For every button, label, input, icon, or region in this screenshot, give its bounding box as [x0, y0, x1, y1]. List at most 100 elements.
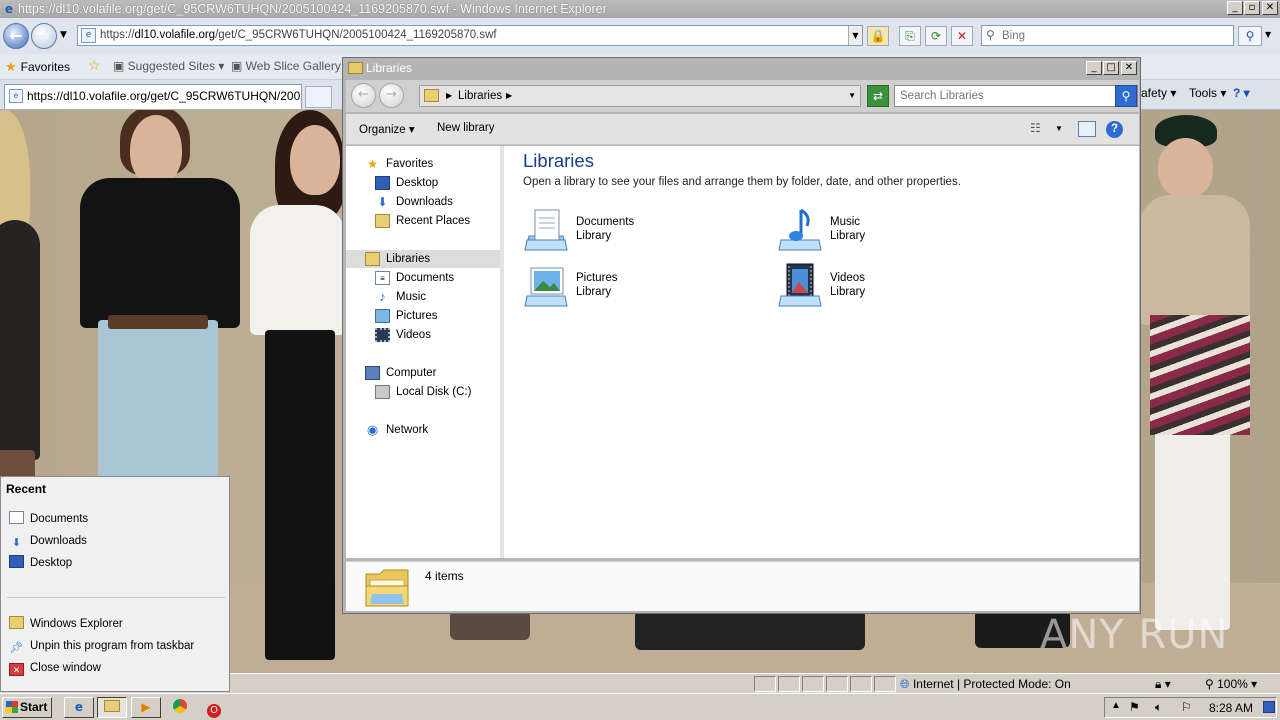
nav-pictures[interactable]: Pictures [346, 307, 500, 325]
nav-favorites[interactable]: ★ Favorites [346, 155, 500, 173]
action-center-icon[interactable]: ⚑ [1129, 700, 1140, 714]
status-cell [826, 676, 848, 692]
restore-button[interactable]: ▫ [1244, 1, 1260, 15]
breadcrumb[interactable]: ▶ Libraries ▶ ▼ [419, 85, 861, 107]
taskbar: Start e ▶ O ▲ ⚑ 🔈︎ ⚐ 8:28 AM [0, 693, 1280, 720]
explorer-back-button[interactable]: ← [351, 83, 376, 108]
nav-recent-places[interactable]: Recent Places [346, 212, 500, 230]
explorer-close-button[interactable]: ✕ [1121, 61, 1137, 75]
status-cell [874, 676, 896, 692]
library-pictures[interactable]: Pictures Library [523, 262, 723, 312]
jump-list-item-downloads[interactable]: ⬇ Downloads [9, 532, 223, 550]
minimize-button[interactable]: _ [1227, 1, 1243, 15]
explorer-search-input[interactable] [900, 88, 1110, 104]
explorer-address-bar: ← → ▶ Libraries ▶ ▼ ⇄ ⚲ [346, 80, 1139, 112]
refresh-button[interactable]: ⇄ [867, 85, 889, 107]
nav-local-disk[interactable]: Local Disk (C:) [346, 383, 500, 401]
back-button[interactable]: ← [3, 23, 29, 49]
favorites-button[interactable]: ★ Favorites [5, 59, 70, 75]
safety-menu[interactable]: afety ▾ [1141, 86, 1176, 100]
network-icon[interactable]: ⚐ [1181, 700, 1192, 714]
explorer-search-box[interactable]: ⚲ [894, 85, 1138, 107]
explorer-forward-button[interactable]: → [379, 83, 404, 108]
explorer-body: ★ Favorites Desktop ⬇ Downloads Recent P… [346, 146, 1139, 558]
nav-downloads[interactable]: ⬇ Downloads [346, 193, 500, 211]
nav-music[interactable]: ♪ Music [346, 288, 500, 306]
taskbar-ie-icon[interactable]: e [64, 697, 94, 718]
explorer-maximize-button[interactable]: □ [1103, 61, 1119, 75]
music-icon: ♪ [379, 289, 386, 304]
web-slice-gallery-link[interactable]: ▣ Web Slice Gallery ▾ [231, 59, 350, 73]
change-view-icon[interactable]: ☷ [1030, 121, 1048, 137]
protected-mode-icon[interactable]: 🔒︎ ▾ [1155, 677, 1171, 692]
library-videos[interactable]: Videos Library [777, 262, 977, 312]
jump-list-item-desktop[interactable]: Desktop [9, 554, 223, 572]
organize-button[interactable]: Organize ▾ [359, 122, 415, 136]
photo-detail [450, 610, 530, 640]
search-go-button[interactable]: ⚲ [1238, 26, 1262, 46]
show-hidden-icons-icon[interactable]: ▲ [1111, 700, 1121, 711]
help-icon[interactable]: ? ▾ [1233, 86, 1250, 100]
jump-list-close-window[interactable]: ✕ Close window [9, 659, 223, 677]
address-dropdown-icon[interactable]: ▼ [848, 26, 862, 45]
star-icon: ★ [5, 59, 17, 74]
nav-network[interactable]: ◉ Network [346, 421, 500, 439]
add-favorite-icon[interactable]: ☆ [88, 57, 101, 74]
breadcrumb-libraries[interactable]: Libraries [458, 86, 502, 106]
library-name: Videos [830, 272, 865, 284]
jump-list-unpin[interactable]: 📌︎ Unpin this program from taskbar [9, 637, 223, 655]
volume-icon[interactable]: 🔈︎ [1155, 700, 1162, 715]
start-button[interactable]: Start [2, 697, 52, 718]
browser-tab[interactable]: e https://dl10.volafile.org/get/C_95CRW6… [4, 84, 302, 109]
photo-detail [635, 610, 865, 650]
status-cell [802, 676, 824, 692]
breadcrumb-chevron-icon[interactable]: ▶ [446, 86, 452, 106]
lock-icon[interactable]: 🔒 [867, 26, 889, 46]
jump-list-item-documents[interactable]: Documents [9, 510, 223, 528]
suggested-sites-link[interactable]: ▣ Suggested Sites ▾ [113, 59, 224, 73]
recent-pages-chevron-icon[interactable]: ▼ [60, 30, 67, 40]
refresh-icon[interactable]: ⟳ [925, 26, 947, 46]
nav-documents[interactable]: ≡ Documents [346, 269, 500, 287]
clock[interactable]: 8:28 AM [1209, 701, 1253, 715]
compatibility-view-icon[interactable]: ⎘ [899, 26, 921, 46]
nav-computer[interactable]: Computer [346, 364, 500, 382]
close-button[interactable]: ✕ [1262, 1, 1278, 15]
taskbar-media-player-icon[interactable]: ▶ [131, 697, 161, 718]
stop-icon[interactable]: ✕ [951, 26, 973, 46]
new-tab-button[interactable] [305, 86, 332, 108]
search-options-chevron-icon[interactable]: ▼ [1265, 30, 1271, 39]
address-bar[interactable]: e https://dl10.volafile.org/get/C_95CRW6… [77, 25, 863, 46]
address-url[interactable]: https://dl10.volafile.org/get/C_95CRW6TU… [100, 29, 497, 41]
breadcrumb-chevron-icon[interactable]: ▶ [506, 86, 512, 106]
search-icon[interactable]: ⚲ [1115, 85, 1137, 107]
computer-icon [365, 366, 380, 380]
taskbar-chrome-icon[interactable] [165, 697, 195, 718]
zoom-level[interactable]: ⚲ 100% ▾ [1205, 677, 1257, 691]
library-type: Library [830, 286, 866, 298]
view-options-chevron-icon[interactable]: ▼ [1055, 124, 1073, 140]
nav-desktop[interactable]: Desktop [346, 174, 500, 192]
help-icon[interactable]: ? [1106, 121, 1123, 138]
nav-libraries[interactable]: Libraries [346, 250, 500, 268]
explorer-title-bar: Libraries _ □ ✕ [343, 58, 1140, 80]
ie-search-box[interactable]: ⚲ [981, 25, 1234, 46]
library-documents[interactable]: Documents Library [523, 206, 723, 256]
tools-menu[interactable]: Tools ▾ [1189, 86, 1226, 100]
ie-search-input[interactable] [1002, 27, 1230, 44]
star-icon: ★ [367, 157, 378, 171]
show-desktop-icon[interactable] [1263, 701, 1275, 713]
taskbar-opera-icon[interactable]: O [199, 697, 229, 718]
security-zone[interactable]: 🌐︎ Internet | Protected Mode: On [900, 677, 1071, 692]
new-library-button[interactable]: New library [437, 122, 495, 134]
nav-videos[interactable]: Videos [346, 326, 500, 344]
downloads-icon: ⬇ [377, 195, 388, 209]
forward-button[interactable]: → [31, 23, 57, 49]
library-music[interactable]: Music Library [777, 206, 977, 256]
breadcrumb-dropdown-icon[interactable]: ▼ [848, 86, 856, 106]
explorer-minimize-button[interactable]: _ [1086, 61, 1102, 75]
taskbar-explorer-icon[interactable] [97, 697, 127, 718]
taskbar-jump-list: Recent Documents ⬇ Downloads Desktop Wind… [0, 476, 230, 692]
preview-pane-icon[interactable] [1078, 121, 1096, 137]
jump-list-windows-explorer[interactable]: Windows Explorer [9, 615, 223, 633]
